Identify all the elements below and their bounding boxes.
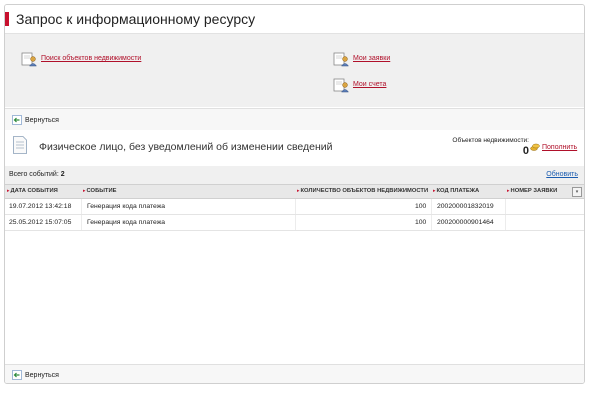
title-bar: Запрос к информационному ресурсу (5, 5, 584, 34)
person-header: Физическое лицо, без уведомлений об изме… (5, 130, 584, 165)
person-document-icon (21, 50, 38, 67)
events-total: Всего событий: 2 (9, 171, 65, 178)
table-empty-area (5, 231, 584, 364)
objects-label: Объектов недвижимости: (452, 137, 529, 144)
events-total-label: Всего событий: (9, 171, 59, 178)
document-icon (13, 136, 27, 154)
table-row[interactable]: 19.07.2012 13:42:18 Генерация кода плате… (5, 199, 584, 215)
cell-objects-count: 100 (415, 219, 427, 226)
person-title: Физическое лицо, без уведомлений об изме… (39, 141, 333, 153)
table-header: ▸ДАТА СОБЫТИЯ ▸СОБЫТИЕ ▸КОЛИЧЕСТВО ОБЪЕК… (5, 184, 584, 199)
column-header-request-number[interactable]: ▸НОМЕР ЗАЯВКИ (507, 188, 557, 194)
main-panel: Запрос к информационному ресурсу Поиск о… (4, 4, 585, 384)
column-header-event[interactable]: ▸СОБЫТИЕ (83, 188, 116, 194)
back-button-label: Вернуться (25, 116, 59, 124)
cell-objects-count: 100 (415, 203, 427, 210)
cell-event: Генерация кода платежа (87, 203, 166, 210)
coins-icon (530, 143, 540, 151)
page-title: Запрос к информационному ресурсу (16, 11, 256, 27)
column-menu-button[interactable]: ▾ (572, 187, 582, 197)
cell-event: Генерация кода платежа (87, 219, 166, 226)
events-total-value: 2 (60, 171, 65, 178)
column-header-objects-count[interactable]: ▸КОЛИЧЕСТВО ОБЪЕКТОВ НЕДВИЖИМОСТИ (297, 188, 428, 194)
column-header-payment-code[interactable]: ▸КОД ПЛАТЕЖА (433, 188, 479, 194)
nav-search-objects-link[interactable]: Поиск объектов недвижимости (21, 50, 141, 67)
cell-payment-code: 200200001832019 (437, 203, 494, 210)
back-button[interactable]: Вернуться (12, 115, 59, 125)
objects-count: 0 (522, 145, 529, 157)
back-arrow-icon (12, 370, 22, 380)
nav-my-requests-link[interactable]: Мои заявки (333, 50, 390, 67)
refresh-link[interactable]: Обновить (546, 171, 578, 178)
back-button-label: Вернуться (25, 371, 59, 379)
title-accent (5, 12, 9, 26)
replenish-link[interactable]: Пополнить (530, 143, 577, 151)
events-table: ▸ДАТА СОБЫТИЯ ▸СОБЫТИЕ ▸КОЛИЧЕСТВО ОБЪЕК… (5, 184, 584, 231)
cell-date: 25.05.2012 15:07:05 (9, 219, 72, 226)
replenish-label: Пополнить (542, 143, 578, 151)
column-header-date[interactable]: ▸ДАТА СОБЫТИЯ (7, 188, 58, 194)
back-button-bottom[interactable]: Вернуться (12, 370, 59, 380)
nav-search-objects-label: Поиск объектов недвижимости (41, 55, 142, 62)
bottom-toolbar: Вернуться (5, 364, 584, 383)
nav-my-accounts-link[interactable]: Мои счета (333, 76, 386, 93)
cell-date: 19.07.2012 13:42:18 (9, 203, 72, 210)
navigation-area: Поиск объектов недвижимости Мои заявки М… (5, 34, 584, 107)
person-document-icon (333, 76, 350, 93)
person-document-icon (333, 50, 350, 67)
table-row[interactable]: 25.05.2012 15:07:05 Генерация кода плате… (5, 215, 584, 231)
nav-my-requests-label: Мои заявки (353, 55, 391, 62)
events-bar: Всего событий: 2 Обновить (5, 166, 584, 184)
nav-my-accounts-label: Мои счета (353, 81, 387, 88)
cell-payment-code: 200200000901464 (437, 219, 494, 226)
top-toolbar: Вернуться (5, 108, 584, 131)
back-arrow-icon (12, 115, 22, 125)
